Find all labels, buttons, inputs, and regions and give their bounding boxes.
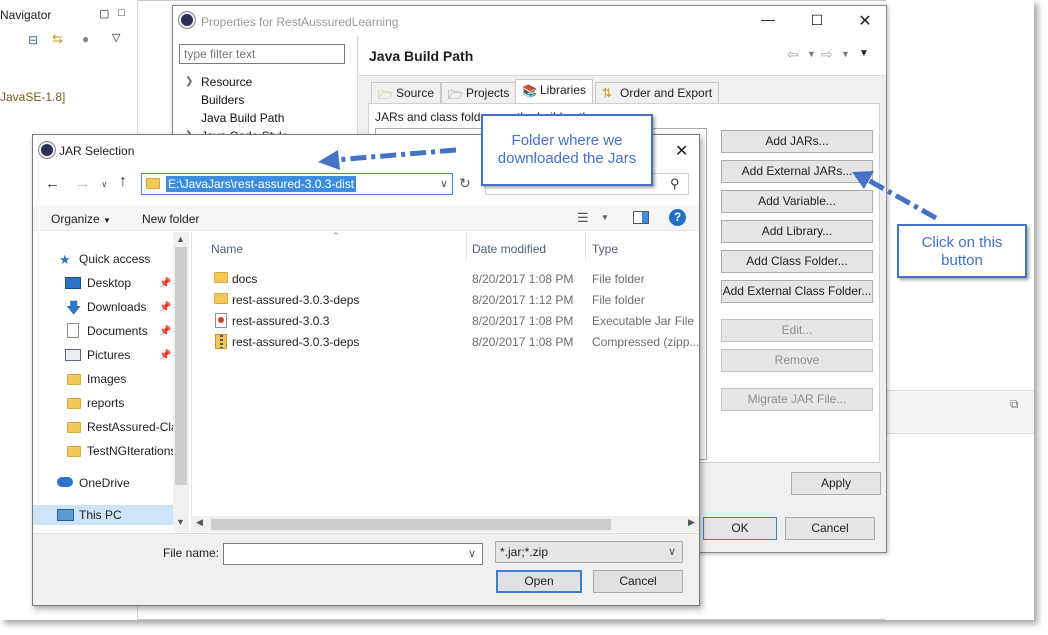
callout-folder: Folder where we downloaded the Jars [481, 114, 653, 186]
arrow-to-button [852, 171, 938, 221]
annotation-arrows [318, 147, 938, 221]
arrow-to-address [318, 147, 457, 170]
callout-click-button: Click on this button [897, 224, 1027, 278]
